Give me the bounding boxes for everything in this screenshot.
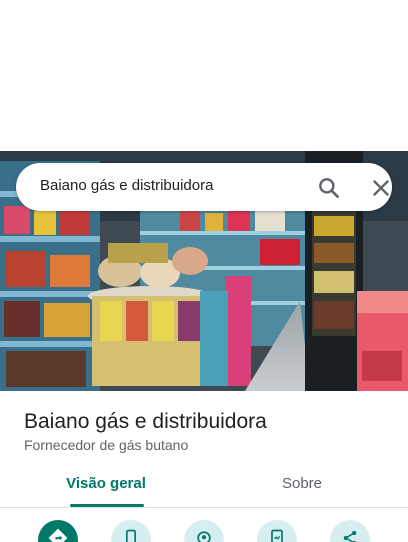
tab-about[interactable]: Sobre <box>230 466 374 510</box>
place-category: Fornecedor de gás butano <box>24 437 189 453</box>
place-title: Baiano gás e distribuidora <box>24 410 267 433</box>
close-icon[interactable] <box>368 175 394 201</box>
phone-icon <box>126 529 136 542</box>
share-icon <box>343 530 357 542</box>
directions-icon <box>48 528 68 542</box>
place-tabs: Visão geral Sobre <box>0 466 408 510</box>
search-query-text[interactable]: Baiano gás e distribuidora <box>40 177 213 194</box>
tabs-divider <box>0 507 408 508</box>
save-icon <box>271 529 283 542</box>
map-blank-area <box>0 0 408 151</box>
search-icon[interactable] <box>316 175 342 201</box>
search-bar[interactable]: Baiano gás e distribuidora <box>16 163 392 211</box>
place-pin-icon <box>197 531 211 542</box>
